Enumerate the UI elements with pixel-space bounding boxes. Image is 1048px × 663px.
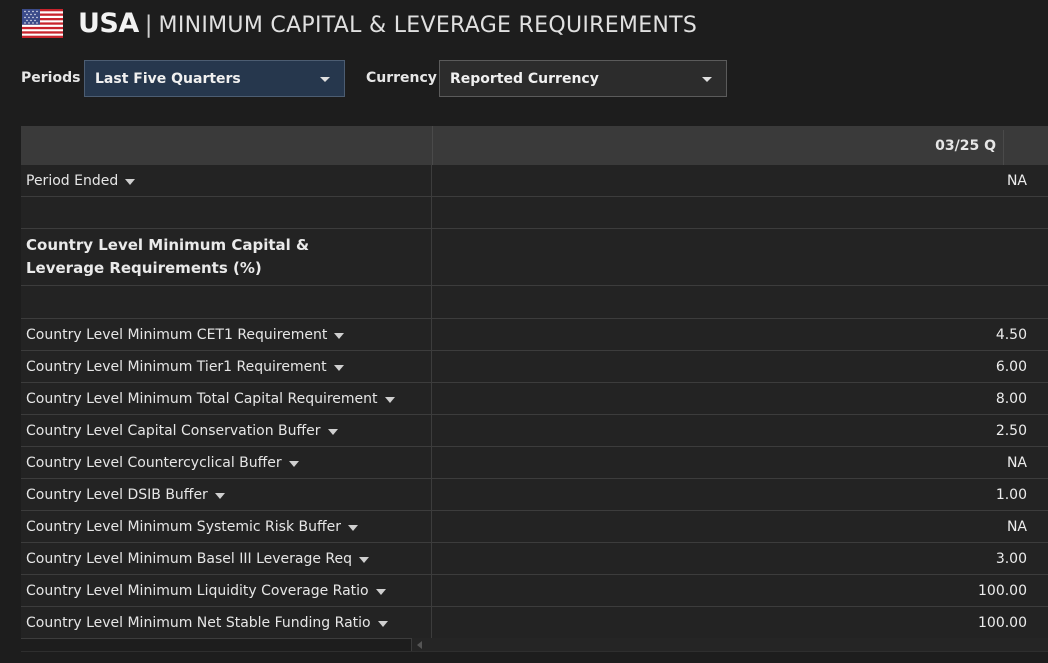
row-label[interactable]: Country Level Minimum Basel III Leverage… [21,543,432,574]
header-divider [1003,130,1004,165]
header-label-cell [21,126,433,165]
data-rows: Country Level Minimum CET1 Requirement 4.… [21,319,1048,639]
caret-down-icon[interactable] [359,556,370,563]
row-value: 8.00 [995,390,1027,407]
caret-down-icon[interactable] [333,364,344,371]
chevron-down-icon [702,77,712,82]
row-label[interactable]: Country Level Minimum Liquidity Coverage… [21,575,432,606]
row-label-text: Country Level Minimum Basel III Leverage… [26,550,353,567]
periods-dropdown[interactable]: Last Five Quarters [84,60,345,97]
periods-selected-value: Last Five Quarters [95,70,241,87]
row-label[interactable]: Country Level Minimum Net Stable Funding… [21,607,432,638]
caret-down-icon[interactable] [375,588,386,595]
scroll-left-arrow-icon[interactable] [417,641,422,649]
row-label[interactable]: Country Level DSIB Buffer [21,479,432,510]
currency-selected-value: Reported Currency [450,70,599,87]
empty-cell [21,197,432,228]
country-name: USA [78,8,139,39]
row-label-text: Country Level Minimum Total Capital Requ… [26,390,378,407]
title-separator: | [144,12,153,38]
row-value: 1.00 [995,486,1027,503]
us-flag-icon [22,9,63,38]
row-label-text: Period Ended [26,172,119,189]
row-label-text: Country Level Minimum Systemic Risk Buff… [26,518,342,535]
table-bottom-border [21,651,1048,652]
table-row: Country Level Minimum Liquidity Coverage… [21,575,1048,607]
table-row: Country Level Minimum Total Capital Requ… [21,383,1048,415]
row-value: 100.00 [978,614,1027,631]
data-table: 03/25 Q Period Ended NA Country Level Mi… [21,126,1048,639]
table-row: Country Level Capital Conservation Buffe… [21,415,1048,447]
report-title: MINIMUM CAPITAL & LEVERAGE REQUIREMENTS [158,13,698,38]
currency-label: Currency [366,70,437,86]
caret-down-icon[interactable] [288,460,299,467]
row-value: 100.00 [978,582,1027,599]
row-label[interactable]: Country Level Countercyclical Buffer [21,447,432,478]
table-row: Country Level Minimum Tier1 Requirement 6… [21,351,1048,383]
column-header-period[interactable]: 03/25 Q [935,138,996,154]
table-row: Country Level Minimum Basel III Leverage… [21,543,1048,575]
currency-dropdown[interactable]: Reported Currency [439,60,727,97]
horizontal-scrollbar[interactable] [411,638,1048,651]
table-row: Country Level Minimum Net Stable Funding… [21,607,1048,639]
page-title: USA | MINIMUM CAPITAL & LEVERAGE REQUIRE… [78,8,697,39]
periods-label: Periods [21,70,81,86]
row-label-text: Country Level DSIB Buffer [26,486,208,503]
table-row-period-ended: Period Ended NA [21,165,1048,197]
row-label-text: Country Level Minimum Tier1 Requirement [26,358,327,375]
row-value: NA [1006,518,1027,535]
chevron-down-icon [320,77,330,82]
row-value: 6.00 [995,358,1027,375]
table-row-spacer [21,286,1048,319]
row-label[interactable]: Country Level Minimum Total Capital Requ… [21,383,432,414]
table-row-spacer [21,197,1048,229]
row-value: 2.50 [995,422,1027,439]
caret-down-icon[interactable] [327,428,338,435]
caret-down-icon[interactable] [214,492,225,499]
row-label-text: Country Level Countercyclical Buffer [26,454,282,471]
row-label[interactable]: Country Level Capital Conservation Buffe… [21,415,432,446]
row-label[interactable]: Country Level Minimum CET1 Requirement [21,319,432,350]
caret-down-icon[interactable] [377,620,388,627]
section-title: Country Level Minimum Capital & Leverage… [26,236,310,277]
table-row: Country Level Minimum Systemic Risk Buff… [21,511,1048,543]
row-label[interactable]: Country Level Minimum Systemic Risk Buff… [21,511,432,542]
row-value: 3.00 [995,550,1027,567]
caret-down-icon[interactable] [125,178,136,185]
row-label[interactable]: Country Level Minimum Tier1 Requirement [21,351,432,382]
row-value: NA [1006,172,1027,189]
table-header-row: 03/25 Q [21,126,1048,165]
row-label-text: Country Level Minimum Net Stable Funding… [26,614,371,631]
row-label-text: Country Level Capital Conservation Buffe… [26,422,321,439]
table-row: Country Level Countercyclical Buffer NA [21,447,1048,479]
section-title-cell: Country Level Minimum Capital & Leverage… [21,229,432,285]
caret-down-icon[interactable] [334,332,345,339]
caret-down-icon[interactable] [348,524,359,531]
row-label-text: Country Level Minimum Liquidity Coverage… [26,582,369,599]
empty-cell [21,286,432,318]
row-value: NA [1006,454,1027,471]
row-label-text: Country Level Minimum CET1 Requirement [26,326,328,343]
caret-down-icon[interactable] [384,396,395,403]
table-row-section-header: Country Level Minimum Capital & Leverage… [21,229,1048,286]
row-value: 4.50 [995,326,1027,343]
row-label[interactable]: Period Ended [21,165,432,196]
table-row: Country Level DSIB Buffer 1.00 [21,479,1048,511]
table-row: Country Level Minimum CET1 Requirement 4.… [21,319,1048,351]
